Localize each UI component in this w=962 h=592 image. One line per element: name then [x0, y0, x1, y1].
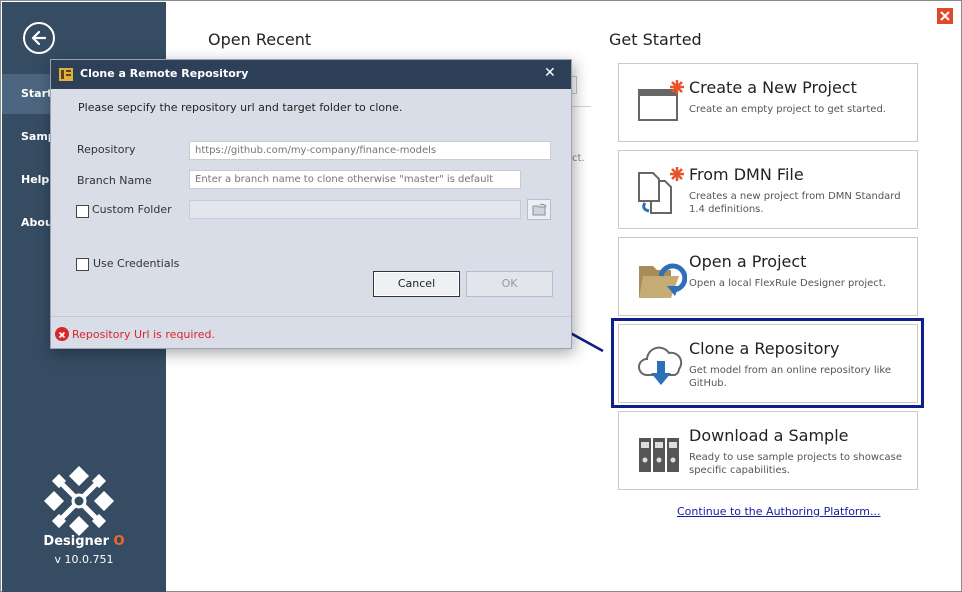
- dialog-titlebar: Clone a Remote Repository ✕: [51, 60, 571, 89]
- card-title: Download a Sample: [689, 426, 849, 445]
- close-icon[interactable]: [937, 8, 953, 24]
- dialog-close-icon[interactable]: ✕: [544, 66, 556, 80]
- cancel-button[interactable]: Cancel: [373, 271, 460, 297]
- card-title: From DMN File: [689, 165, 804, 184]
- use-credentials-checkbox[interactable]: [76, 258, 89, 271]
- open-folder-icon: [639, 263, 687, 298]
- recent-text-fragment: ct.: [572, 153, 585, 164]
- card-description: Create an empty project to get started.: [689, 104, 886, 115]
- dialog-title: Clone a Remote Repository: [80, 67, 249, 80]
- download-sample-card[interactable]: Download a Sample Ready to use sample pr…: [618, 411, 918, 490]
- browse-folder-button[interactable]: [527, 199, 551, 220]
- from-dmn-card[interactable]: From DMN File Creates a new project from…: [618, 150, 918, 229]
- designer-logo-icon: [44, 466, 114, 536]
- branch-name-label: Branch Name: [77, 174, 152, 187]
- custom-folder-input: [189, 200, 521, 219]
- use-credentials-label: Use Credentials: [93, 257, 180, 270]
- dmn-file-icon: [638, 167, 684, 214]
- divider: [51, 316, 571, 317]
- binders-icon: [639, 438, 679, 472]
- card-description: Creates a new project from DMN Standard …: [689, 191, 901, 215]
- brand-text: Designer: [43, 534, 109, 549]
- card-title: Create a New Project: [689, 78, 857, 97]
- card-description: Ready to use sample projects to showcase…: [689, 452, 903, 476]
- dialog-message: Please sepcify the repository url and ta…: [78, 101, 403, 114]
- app-window: Start Samp Help Abou Designer O v 10.0.7…: [0, 0, 962, 592]
- repository-label: Repository: [77, 143, 136, 156]
- ok-button[interactable]: OK: [466, 271, 553, 297]
- new-project-icon: [638, 80, 684, 121]
- brand-o: O: [113, 534, 125, 549]
- clone-repository-dialog: Clone a Remote Repository ✕ Please sepci…: [50, 59, 572, 349]
- sidebar-item-label: Start: [21, 87, 53, 100]
- validation-error-text: Repository Url is required.: [72, 328, 215, 341]
- continue-link[interactable]: Continue to the Authoring Platform...: [677, 505, 880, 518]
- open-project-card[interactable]: Open a Project Open a local FlexRule Des…: [618, 237, 918, 316]
- dialog-app-icon: [59, 68, 73, 81]
- sidebar-item-label: Abou: [21, 216, 53, 229]
- repository-input[interactable]: [189, 141, 551, 160]
- brand-name: Designer O: [2, 534, 166, 549]
- open-recent-title: Open Recent: [208, 30, 312, 49]
- version-label: v 10.0.751: [54, 553, 114, 566]
- sidebar-item-label: Help: [21, 173, 50, 186]
- back-icon[interactable]: [23, 22, 55, 54]
- custom-folder-checkbox[interactable]: [76, 205, 89, 218]
- branch-name-input[interactable]: [189, 170, 521, 189]
- selection-highlight: [611, 318, 924, 408]
- get-started-title: Get Started: [609, 30, 702, 49]
- divider: [571, 106, 591, 107]
- card-description: Open a local FlexRule Designer project.: [689, 278, 886, 289]
- card-title: Open a Project: [689, 252, 807, 271]
- create-project-card[interactable]: Create a New Project Create an empty pro…: [618, 63, 918, 142]
- error-icon: [55, 327, 69, 341]
- folder-open-icon: [532, 203, 547, 216]
- custom-folder-label: Custom Folder: [92, 203, 172, 216]
